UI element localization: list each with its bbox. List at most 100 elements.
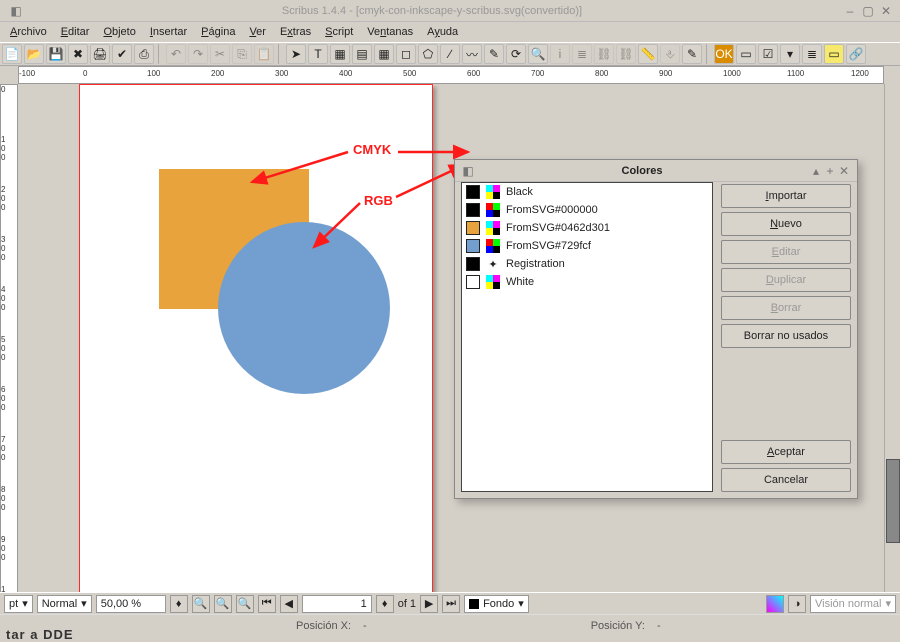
color-list-item[interactable]: White <box>462 273 712 291</box>
redo-icon[interactable]: ↷ <box>188 44 208 64</box>
image-frame-icon[interactable]: ▦ <box>330 44 350 64</box>
unit-select[interactable]: pt▾ <box>4 595 33 613</box>
print-icon[interactable]: 🖨 <box>90 44 110 64</box>
color-list-item[interactable]: FromSVG#000000 <box>462 201 712 219</box>
open-file-icon[interactable]: 📂 <box>24 44 44 64</box>
copy-props-icon[interactable]: ⎀ <box>660 44 680 64</box>
menu-archivo[interactable]: Archivo <box>4 24 53 40</box>
menu-ventanas[interactable]: Ventanas <box>361 24 419 40</box>
new-button[interactable]: Nuevo <box>721 212 851 236</box>
pdf-combobox-icon[interactable]: ▾ <box>780 44 800 64</box>
text-frame-icon[interactable]: T <box>308 44 328 64</box>
menu-pagina[interactable]: Página <box>195 24 241 40</box>
preflight-icon[interactable]: ✔ <box>112 44 132 64</box>
menu-ayuda[interactable]: Ayuda <box>421 24 464 40</box>
zoom-spinner-icon[interactable]: ♦ <box>170 595 188 613</box>
zoom-100-icon[interactable]: 🔍 <box>214 595 232 613</box>
import-button[interactable]: Importar <box>721 184 851 208</box>
pdf-listbox-icon[interactable]: ≣ <box>802 44 822 64</box>
delete-button[interactable]: Borrar <box>721 296 851 320</box>
eyedropper-icon[interactable]: ✎ <box>682 44 702 64</box>
delete-unused-button[interactable]: Borrar no usados <box>721 324 851 348</box>
color-list[interactable]: BlackFromSVG#000000FromSVG#0462d301 FromS… <box>461 182 713 492</box>
first-page-icon[interactable]: ⏮ <box>258 595 276 613</box>
posx-value: - <box>363 620 367 632</box>
menu-editar[interactable]: Editar <box>55 24 96 40</box>
freehand-icon[interactable]: ✎ <box>484 44 504 64</box>
line-icon[interactable]: ∕ <box>440 44 460 64</box>
menu-objeto[interactable]: Objeto <box>97 24 141 40</box>
zoom-input[interactable]: 50,00 % <box>96 595 166 613</box>
measure-icon[interactable]: 📏 <box>638 44 658 64</box>
layer-select[interactable]: Fondo▾ <box>464 595 529 613</box>
page-spinner-icon[interactable]: ♦ <box>376 595 394 613</box>
story-editor-icon[interactable]: ≣ <box>572 44 592 64</box>
duplicate-button[interactable]: Duplicar <box>721 268 851 292</box>
pdf-link-icon[interactable]: 🔗 <box>846 44 866 64</box>
edit-text-icon[interactable]: Ꭵ <box>550 44 570 64</box>
pdf-button-icon[interactable]: OK <box>714 44 734 64</box>
bezier-icon[interactable]: 〰 <box>462 44 482 64</box>
link-frames-icon[interactable]: ⛓ <box>594 44 614 64</box>
pdf-checkbox-icon[interactable]: ☑ <box>758 44 778 64</box>
polygon-icon[interactable]: ⬠ <box>418 44 438 64</box>
maximize-icon[interactable]: ▢ <box>860 4 876 18</box>
dialog-title: Colores <box>475 165 809 177</box>
cut-icon[interactable]: ✂ <box>210 44 230 64</box>
viewmode-select[interactable]: Normal▾ <box>37 595 92 613</box>
render-frame-icon[interactable]: ▤ <box>352 44 372 64</box>
dialog-plus-icon[interactable]: + <box>823 164 837 178</box>
copy-icon[interactable]: ⎘ <box>232 44 252 64</box>
vision-select[interactable]: Visión normal▾ <box>810 595 896 613</box>
color-list-item[interactable]: FromSVG#729fcf <box>462 237 712 255</box>
color-name-label: FromSVG#729fcf <box>506 240 591 252</box>
ruler-tick: 100 <box>147 69 160 78</box>
color-list-item[interactable]: ✦Registration <box>462 255 712 273</box>
cms-toggle-icon[interactable] <box>766 595 784 613</box>
export-pdf-icon[interactable]: ⎙ <box>134 44 154 64</box>
menu-ver[interactable]: Ver <box>243 24 272 40</box>
prev-page-icon[interactable]: ◀ <box>280 595 298 613</box>
last-page-icon[interactable]: ⏭ <box>442 595 460 613</box>
new-file-icon[interactable]: 📄 <box>2 44 22 64</box>
rgb-model-icon <box>486 203 500 217</box>
pdf-annot-icon[interactable]: ▭ <box>824 44 844 64</box>
dialog-menu-icon[interactable]: ◧ <box>461 164 475 178</box>
zoom-out-icon[interactable]: 🔍 <box>192 595 210 613</box>
undo-icon[interactable]: ↶ <box>166 44 186 64</box>
paste-icon[interactable]: 📋 <box>254 44 274 64</box>
zoom-tool-icon[interactable]: 🔍 <box>528 44 548 64</box>
dialog-titlebar[interactable]: ◧ Colores ▴ + ✕ <box>455 160 857 182</box>
pointer-tool-icon[interactable]: ➤ <box>286 44 306 64</box>
pdf-textfield-icon[interactable]: ▭ <box>736 44 756 64</box>
close-doc-icon[interactable]: ✖ <box>68 44 88 64</box>
minimize-icon[interactable]: – <box>842 4 858 18</box>
ruler-tick: 400 <box>1 285 5 312</box>
rotate-icon[interactable]: ⟳ <box>506 44 526 64</box>
dialog-close-icon[interactable]: ✕ <box>837 164 851 178</box>
menu-script[interactable]: Script <box>319 24 359 40</box>
shape-icon[interactable]: ◻ <box>396 44 416 64</box>
next-page-icon[interactable]: ▶ <box>420 595 438 613</box>
page-number-input[interactable]: 1 <box>302 595 372 613</box>
dialog-shade-icon[interactable]: ▴ <box>809 164 823 178</box>
posy-value: - <box>657 620 661 632</box>
color-list-item[interactable]: Black <box>462 183 712 201</box>
unlink-frames-icon[interactable]: ⛓ <box>616 44 636 64</box>
window-menu-icon[interactable]: ◧ <box>8 4 24 18</box>
menubar: Archivo Editar Objeto Insertar Página Ve… <box>0 22 900 42</box>
zoom-in-icon[interactable]: 🔍 <box>236 595 254 613</box>
table-icon[interactable]: ▦ <box>374 44 394 64</box>
accept-button[interactable]: Aceptar <box>721 440 851 464</box>
color-list-item[interactable]: FromSVG#0462d301 <box>462 219 712 237</box>
main-toolbar: 📄 📂 💾 ✖ 🖨 ✔ ⎙ ↶ ↷ ✂ ⎘ 📋 ➤ T ▦ ▤ ▦ ◻ ⬠ ∕ … <box>0 42 900 66</box>
cancel-button[interactable]: Cancelar <box>721 468 851 492</box>
preview-toggle-icon[interactable]: ◑ <box>788 595 806 613</box>
edit-button[interactable]: Editar <box>721 240 851 264</box>
menu-extras[interactable]: Extras <box>274 24 317 40</box>
close-icon[interactable]: ✕ <box>878 4 894 18</box>
save-icon[interactable]: 💾 <box>46 44 66 64</box>
page-of-label: of 1 <box>398 598 416 610</box>
menu-insertar[interactable]: Insertar <box>144 24 193 40</box>
dialog-button-column: Importar Nuevo Editar Duplicar Borrar Bo… <box>721 182 851 492</box>
